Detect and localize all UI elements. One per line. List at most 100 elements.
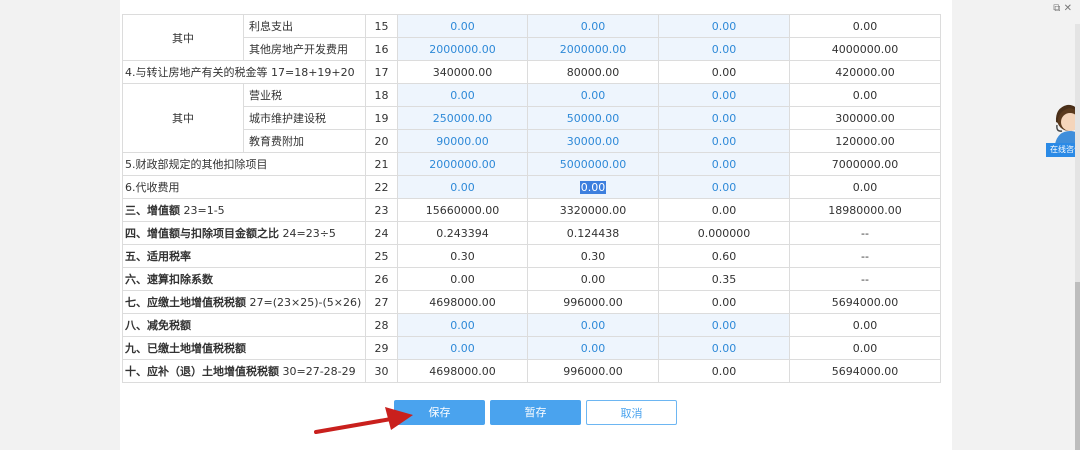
amount-input[interactable]: 5000000.00 (527, 152, 659, 176)
row-label: 城市维护建设税 (243, 106, 366, 130)
row-label-bold: 七、应缴土地增值税税额 (125, 296, 246, 309)
amount-cell: 15660000.00 (397, 198, 528, 222)
row-label: 六、速算扣除系数 (122, 267, 366, 291)
amount-input[interactable]: 250000.00 (397, 106, 528, 130)
amount-cell: 0.00 (397, 267, 528, 291)
amount-input[interactable]: 30000.00 (527, 129, 659, 153)
amount-input[interactable]: 0.00 (527, 336, 659, 360)
amount-input[interactable]: 2000000.00 (397, 152, 528, 176)
total-cell: -- (789, 244, 941, 268)
row-label: 营业税 (243, 83, 366, 107)
amount-input[interactable]: 0.00 (397, 83, 528, 107)
amount-input[interactable]: 90000.00 (397, 129, 528, 153)
table-row: 城市维护建设税 19 250000.00 50000.00 0.00 30000… (123, 106, 941, 130)
row-label: 教育费附加 (243, 129, 366, 153)
row-label: 八、减免税额 (122, 313, 366, 337)
total-cell: -- (789, 267, 941, 291)
row-label: 十、应补（退）土地增值税税额 30=27-28-29 (122, 359, 366, 383)
amount-input[interactable]: 2000000.00 (397, 37, 528, 61)
amount-input[interactable]: 0.00 (658, 83, 790, 107)
amount-cell: 340000.00 (397, 60, 528, 84)
amount-input[interactable]: 0.00 (658, 129, 790, 153)
row-label: 5.财政部规定的其他扣除项目 (122, 152, 366, 176)
line-number: 27 (365, 290, 398, 314)
total-cell: 18980000.00 (789, 198, 941, 222)
amount-input[interactable]: 0.00 (527, 83, 659, 107)
amount-cell: 80000.00 (527, 60, 659, 84)
row-label-formula: 30=27-28-29 (279, 365, 356, 378)
total-cell: 7000000.00 (789, 152, 941, 176)
window-controls: ⧉ ✕ (1053, 3, 1072, 14)
table-row: 五、适用税率 25 0.30 0.30 0.60 -- (122, 244, 941, 268)
row-label-formula: 27=(23×25)-(5×26) (246, 296, 362, 309)
total-cell: 5694000.00 (789, 359, 941, 383)
amount-input[interactable]: 0.00 (397, 336, 528, 360)
table-row: 十、应补（退）土地增值税税额 30=27-28-29 30 4698000.00… (122, 359, 941, 383)
group-label: 其中 (122, 83, 244, 153)
restore-icon[interactable]: ⧉ (1053, 3, 1060, 14)
scrollbar-thumb[interactable] (1075, 282, 1080, 450)
total-cell: 5694000.00 (789, 290, 941, 314)
line-number: 15 (365, 14, 398, 38)
amount-input[interactable]: 0.00 (658, 313, 790, 337)
amount-input[interactable]: 0.00 (658, 336, 790, 360)
line-number: 22 (365, 175, 398, 199)
amount-input[interactable]: 2000000.00 (527, 37, 659, 61)
table-row: 七、应缴土地增值税税额 27=(23×25)-(5×26) 27 4698000… (122, 290, 941, 314)
table-row: 八、减免税额 28 0.00 0.00 0.00 0.00 (122, 313, 941, 337)
row-label-formula: 23=1-5 (180, 204, 225, 217)
amount-input[interactable]: 0.00 (658, 37, 790, 61)
amount-input[interactable]: 0.00 (397, 14, 528, 38)
table-row: 5.财政部规定的其他扣除项目 21 2000000.00 5000000.00 … (122, 152, 941, 176)
line-number: 24 (365, 221, 398, 245)
row-label-bold: 五、适用税率 (125, 250, 191, 263)
cancel-button[interactable]: 取消 (586, 400, 677, 425)
line-number: 21 (365, 152, 398, 176)
land-vat-table: 其中 利息支出 15 0.00 0.00 0.00 0.00 其他房地产开发费用… (122, 14, 941, 383)
amount-cell: 0.00 (658, 290, 790, 314)
row-label-formula: 24=23÷5 (279, 227, 336, 240)
table-row: 其中 利息支出 15 0.00 0.00 0.00 0.00 (122, 14, 941, 61)
row-label-bold: 四、增值额与扣除项目金额之比 (125, 227, 279, 240)
amount-input[interactable]: 0.00 (658, 175, 790, 199)
table-row: 教育费附加 20 90000.00 30000.00 0.00 120000.0… (123, 129, 941, 153)
amount-cell: 0.35 (658, 267, 790, 291)
amount-input-focused[interactable]: 0.00 (527, 175, 659, 199)
amount-cell: 4698000.00 (397, 290, 528, 314)
form-page: 其中 利息支出 15 0.00 0.00 0.00 0.00 其他房地产开发费用… (120, 0, 952, 450)
group-label: 其中 (122, 14, 244, 61)
row-label: 利息支出 (243, 14, 366, 38)
total-cell: 300000.00 (789, 106, 941, 130)
amount-cell: 996000.00 (527, 290, 659, 314)
amount-input[interactable]: 0.00 (527, 14, 659, 38)
amount-cell: 0.00 (527, 267, 659, 291)
line-number: 23 (365, 198, 398, 222)
amount-input[interactable]: 0.00 (397, 313, 528, 337)
line-number: 25 (365, 244, 398, 268)
amount-input[interactable]: 0.00 (658, 14, 790, 38)
amount-cell: 3320000.00 (527, 198, 659, 222)
amount-cell: 0.000000 (658, 221, 790, 245)
close-icon[interactable]: ✕ (1064, 3, 1072, 14)
temp-save-button[interactable]: 暂存 (490, 400, 581, 425)
amount-cell: 0.60 (658, 244, 790, 268)
table-row: 其中 营业税 18 0.00 0.00 0.00 0.00 (122, 83, 941, 153)
row-label: 九、已缴土地增值税税额 (122, 336, 366, 360)
row-label-bold: 三、增值额 (125, 204, 180, 217)
table-row: 其他房地产开发费用 16 2000000.00 2000000.00 0.00 … (123, 37, 941, 61)
line-number: 16 (365, 37, 398, 61)
row-label-bold: 八、减免税额 (125, 319, 191, 332)
amount-input[interactable]: 0.00 (658, 152, 790, 176)
amount-input[interactable]: 0.00 (658, 106, 790, 130)
amount-input[interactable]: 50000.00 (527, 106, 659, 130)
amount-input[interactable]: 0.00 (527, 313, 659, 337)
table-row: 六、速算扣除系数 26 0.00 0.00 0.35 -- (122, 267, 941, 291)
row-label: 三、增值额 23=1-5 (122, 198, 366, 222)
row-label: 4.与转让房地产有关的税金等 17=18+19+20 (122, 60, 366, 84)
row-label: 其他房地产开发费用 (243, 37, 366, 61)
total-cell: 420000.00 (789, 60, 941, 84)
line-number: 26 (365, 267, 398, 291)
amount-input[interactable]: 0.00 (397, 175, 528, 199)
row-label: 七、应缴土地增值税税额 27=(23×25)-(5×26) (122, 290, 366, 314)
total-cell: 0.00 (789, 83, 941, 107)
